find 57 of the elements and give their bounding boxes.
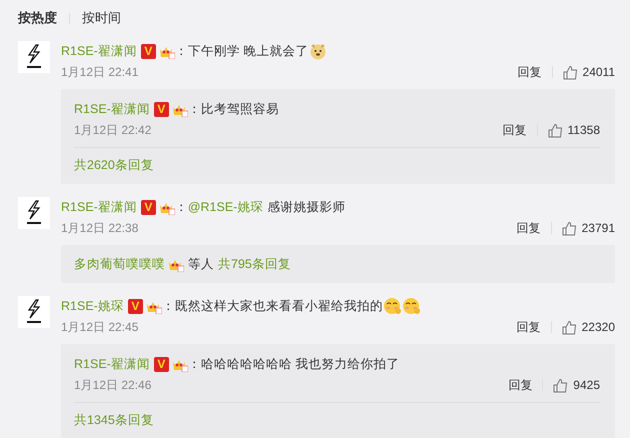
comment-text: 既然这样大家也来看看小翟给我拍的 <box>174 298 383 314</box>
timestamp: 1月12日 22:46 <box>74 376 152 394</box>
comment-text: 哈哈哈哈哈哈哈 我也努力给你拍了 <box>200 356 400 372</box>
reply-link[interactable]: 回复 <box>516 318 541 336</box>
thumbs-up-icon[interactable] <box>562 64 578 80</box>
comment-text: 比考驾照容易 <box>200 100 279 118</box>
dog-emoji-icon <box>309 42 328 60</box>
avatar[interactable] <box>18 41 50 73</box>
thumbs-up-icon[interactable] <box>548 122 563 138</box>
timestamp: 1月12日 22:38 <box>61 220 138 236</box>
username-link[interactable]: 多肉葡萄噗噗噗 <box>74 256 165 272</box>
reply-link[interactable]: 回复 <box>518 64 542 80</box>
colon-text: ： <box>174 42 188 60</box>
username-link[interactable]: R1SE-翟潇闻 <box>61 42 137 60</box>
comment-text: 感谢姚摄影师 <box>267 198 346 216</box>
username-link[interactable]: R1SE-翟潇闻 <box>74 356 150 372</box>
comment-text: 下午刚学 晚上就会了 <box>188 42 308 60</box>
colon-text: ： <box>174 198 188 216</box>
blushing-emoji-icon <box>382 297 402 315</box>
total-replies-link[interactable]: 共1345条回复 <box>74 412 154 428</box>
mention-link[interactable]: @R1SE-姚琛 <box>188 198 264 216</box>
others-text: 等人 <box>188 256 214 272</box>
reply-link[interactable]: 回复 <box>508 376 532 394</box>
reply-link[interactable]: 回复 <box>502 122 527 138</box>
like-count: 11358 <box>568 123 600 137</box>
sort-tab[interactable]: 按时间 <box>82 9 121 27</box>
total-replies-link[interactable]: 共795条回复 <box>218 256 291 272</box>
sort-tab[interactable]: 按热度 <box>18 9 57 27</box>
blushing-emoji-icon <box>402 297 421 315</box>
colon-text: ： <box>162 298 175 314</box>
logo-icon <box>24 44 44 70</box>
timestamp: 1月12日 22:45 <box>61 318 138 336</box>
verified-badge: V <box>128 298 143 314</box>
timestamp: 1月12日 22:41 <box>61 64 138 80</box>
like-count: 22320 <box>582 320 615 334</box>
total-replies-link[interactable]: 共2620条回复 <box>74 156 154 174</box>
avatar[interactable] <box>18 296 50 328</box>
timestamp: 1月12日 22:42 <box>74 122 152 138</box>
thumbs-up-icon[interactable] <box>562 320 577 334</box>
thumbs-up-icon[interactable] <box>562 220 577 236</box>
verified-badge: V <box>154 356 169 372</box>
verified-badge: V <box>140 200 156 214</box>
colon-text: ： <box>188 356 201 372</box>
username-link[interactable]: R1SE-翟潇闻 <box>74 100 150 118</box>
like-count: 23791 <box>582 221 615 235</box>
thumbs-up-icon[interactable] <box>553 378 568 392</box>
logo-icon <box>24 200 44 226</box>
avatar[interactable] <box>18 197 50 229</box>
verified-badge: V <box>154 102 169 116</box>
username-link[interactable]: R1SE-姚琛 <box>61 298 124 314</box>
like-count: 9425 <box>573 378 600 392</box>
logo-icon <box>24 299 44 325</box>
reply-link[interactable]: 回复 <box>516 220 541 236</box>
username-link[interactable]: R1SE-翟潇闻 <box>61 198 137 216</box>
like-count: 24011 <box>582 65 615 79</box>
colon-text: ： <box>188 100 201 118</box>
verified-badge: V <box>140 44 156 58</box>
